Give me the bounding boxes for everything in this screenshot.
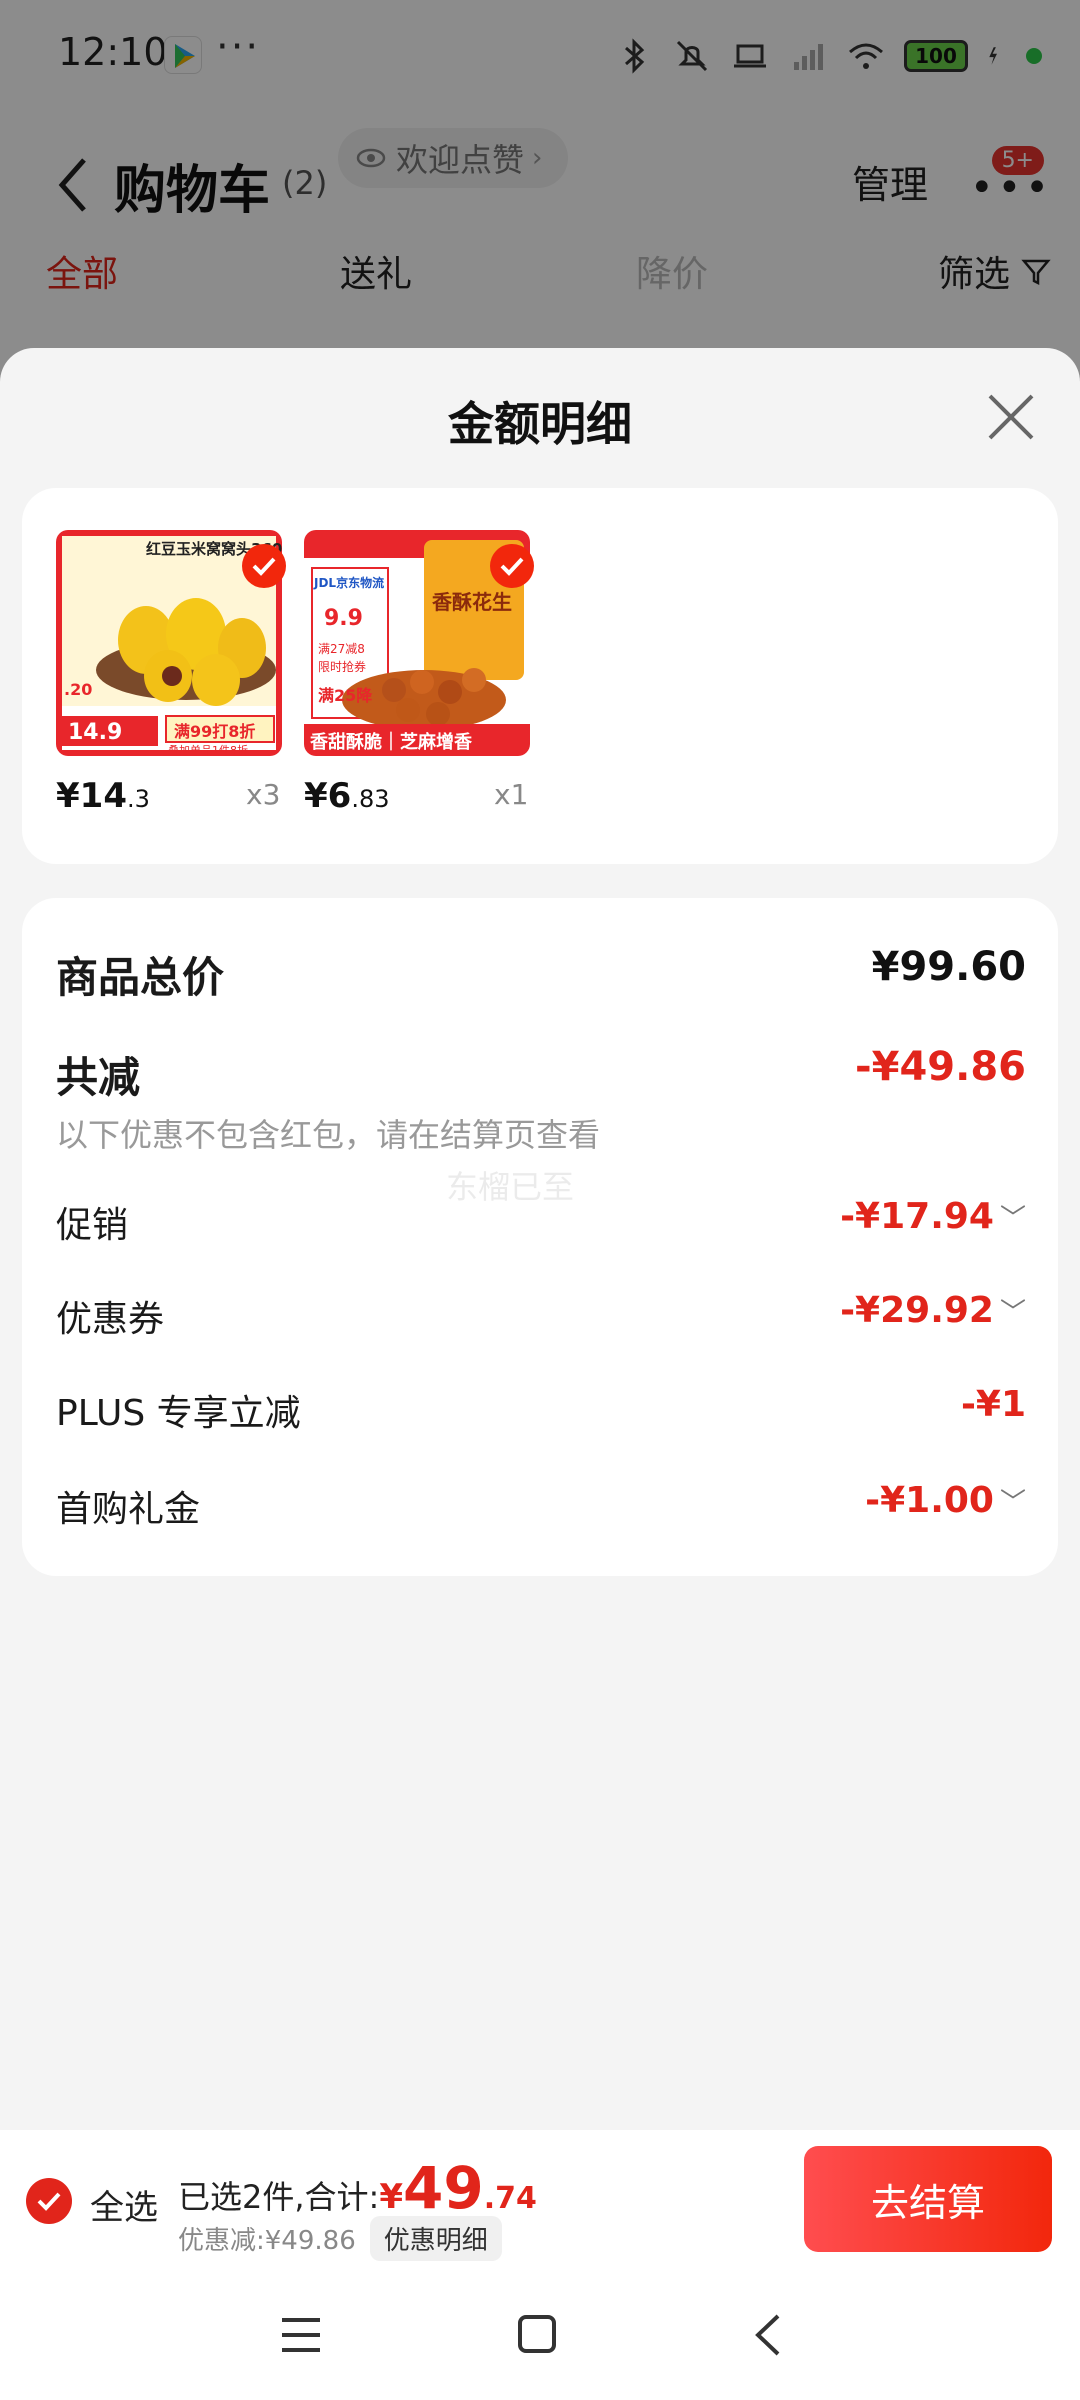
plus-discount-label: PLUS 专享立减 [56, 1393, 301, 1434]
menu-icon[interactable] [276, 2312, 326, 2358]
chevron-down-icon: ﹀ [999, 1204, 1026, 1234]
product-1-mark: .20 [64, 680, 93, 699]
select-all-checkbox[interactable] [26, 2178, 72, 2224]
product-price-int: ¥14 [56, 776, 127, 816]
coupon-value: -¥29.92 ﹀ [840, 1290, 1026, 1331]
product-price-int: ¥6 [304, 776, 352, 816]
discount-amount: 优惠减:¥49.86 [178, 2226, 356, 2256]
select-all-label[interactable]: 全选 [90, 2180, 158, 2229]
product-2-line3: 满25降 [318, 686, 373, 705]
coupon-label: 优惠券 [56, 1299, 165, 1340]
coupon-amount: -¥29.92 [840, 1290, 994, 1331]
home-icon[interactable] [512, 2312, 562, 2358]
first-purchase-value: -¥1.00 ﹀ [865, 1480, 1026, 1521]
selected-count-text: 已选2件,合计: [178, 2178, 380, 2216]
total-price-label: 商品总价 [56, 953, 225, 1002]
promotion-label: 促销 [56, 1205, 129, 1246]
product-thumbnails-card: 红豆玉米窝窝头360g .20 满99打8折 叠加单品1件8折 14.9 ¥14… [22, 488, 1058, 864]
sheet-title: 金额明细 [448, 397, 632, 451]
close-icon[interactable] [984, 390, 1038, 444]
watermark-text: 东榴已至 [446, 1168, 575, 1206]
product-quantity: x1 [494, 778, 529, 811]
first-purchase-label: 首购礼金 [56, 1489, 201, 1530]
product-quantity: x3 [246, 778, 281, 811]
product-price: ¥14.3 [56, 776, 150, 816]
total-price-value: ¥99.60 [871, 944, 1026, 990]
product-price-dec: .83 [351, 785, 390, 813]
first-purchase-amount: -¥1.00 [865, 1480, 994, 1521]
discount-summary: 优惠减:¥49.86 优惠明细 [178, 2216, 502, 2261]
total-currency: ¥ [379, 2177, 403, 2217]
product-2-footer: 香甜酥脆｜芝麻增香 [310, 732, 472, 753]
system-navigation-bar [0, 2268, 1080, 2400]
product-2-badge: 香酥花生 [432, 590, 512, 614]
product-2-brand: JDL京东物流 [314, 576, 385, 590]
product-2-line2: 限时抢券 [318, 660, 367, 674]
product-selected-check[interactable] [242, 544, 286, 588]
product-price: ¥6.83 [304, 776, 390, 816]
order-summary: 已选2件,合计: ¥ 49 .74 [178, 2154, 537, 2222]
plus-discount-value: -¥1 [960, 1384, 1026, 1425]
product-price-dec: .3 [126, 785, 150, 813]
discount-note: 以下优惠不包含红包，请在结算页查看 [56, 1116, 601, 1154]
total-amount-dec: .74 [483, 2181, 537, 2216]
back-icon[interactable] [744, 2312, 794, 2358]
total-reduce-label: 共减 [56, 1053, 141, 1102]
total-amount-int: 49 [403, 2154, 484, 2222]
product-1-promo: 满99打8折 [174, 722, 256, 741]
total-reduce-value: -¥49.86 [855, 1044, 1026, 1090]
product-1-img-price: 14.9 [68, 720, 123, 745]
product-selected-check[interactable] [490, 544, 534, 588]
chevron-down-icon: ﹀ [999, 1488, 1026, 1518]
promotion-amount: -¥17.94 [840, 1196, 994, 1237]
product-2-img-price: 9.9 [324, 606, 363, 631]
product-2-line1: 满27减8 [318, 642, 365, 656]
checkout-button[interactable]: 去结算 [804, 2146, 1052, 2252]
product-1-promo2: 叠加单品1件8折 [168, 744, 248, 756]
price-breakdown-card: 商品总价 ¥99.60 共减 -¥49.86 以下优惠不包含红包，请在结算页查看… [22, 898, 1058, 1576]
checkout-bar: 全选 已选2件,合计: ¥ 49 .74 优惠减:¥49.86 优惠明细 去结算 [0, 2130, 1080, 2268]
promotion-value: -¥17.94 ﹀ [840, 1196, 1026, 1237]
amount-detail-sheet: 金额明细 红豆玉米窝窝头360g .20 满99打8折 叠加单品1件8折 14.… [0, 348, 1080, 2130]
discount-detail-button[interactable]: 优惠明细 [369, 2216, 502, 2261]
chevron-down-icon: ﹀ [999, 1298, 1026, 1328]
